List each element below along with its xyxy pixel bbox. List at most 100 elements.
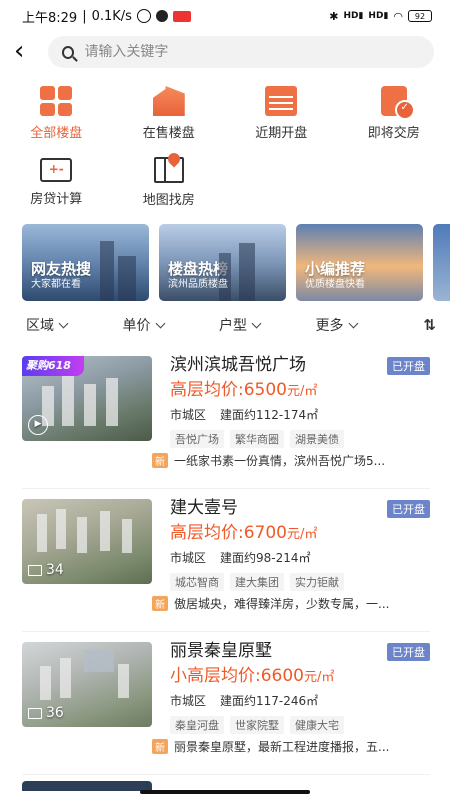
- entry-label: 地图找房: [142, 193, 195, 208]
- search-input[interactable]: [84, 44, 420, 60]
- status-badge: 已开盘: [387, 357, 430, 375]
- banner-hot-list[interactable]: 楼盘热榜 滨州品质楼盘: [159, 224, 286, 301]
- entry-label: 即将交房: [367, 126, 420, 141]
- filter-layout[interactable]: 户型: [219, 315, 316, 335]
- chevron-down-icon: [348, 318, 358, 328]
- property-info: 丽景秦皇原墅 已开盘 小高层均价:6600元/㎡ 市城区 建面约117-246㎡…: [152, 641, 430, 774]
- handover-icon: [380, 86, 415, 120]
- banner-hot-search[interactable]: 网友热搜 大家都在看: [22, 224, 149, 301]
- thumb-building: [84, 384, 96, 426]
- tag: 吾悦广场: [170, 430, 224, 448]
- image-icon: [28, 564, 42, 576]
- thumb-badge: ▶: [28, 415, 48, 435]
- image-icon: [28, 707, 42, 719]
- property-thumbnail: [22, 781, 152, 791]
- banner-carousel: 网友热搜 大家都在看 楼盘热榜 滨州品质楼盘 小编推荐 优质楼盘快看: [0, 208, 450, 304]
- bluetooth-icon: ✱: [329, 9, 339, 23]
- chevron-down-icon: [155, 318, 165, 328]
- list-item[interactable]: 36 丽景秦皇原墅 已开盘 小高层均价:6600元/㎡ 市城区 建面约117-2…: [22, 632, 430, 775]
- banner-building: [100, 241, 114, 301]
- search-box[interactable]: [48, 36, 434, 68]
- signal-icon-2: HD ▮: [368, 11, 389, 21]
- news-badge: 新: [152, 739, 168, 754]
- property-news: 新 丽景秦皇原墅，最新工程进度播报，五...: [4, 738, 430, 755]
- tag: 城芯智商: [170, 573, 224, 591]
- news-badge: 新: [152, 596, 168, 611]
- status-separator: |: [82, 8, 87, 24]
- tag: 秦皇河盘: [170, 716, 224, 734]
- sort-icon[interactable]: ⇅: [412, 316, 436, 334]
- wifi-icon: ◠: [393, 9, 403, 23]
- property-news: 新 傲居城央，难得臻洋房，少数专属，一...: [4, 595, 430, 612]
- status-badge: 已开盘: [387, 500, 430, 518]
- entry-mortgage-calc[interactable]: +- 房贷计算: [0, 155, 113, 208]
- tag: 建大集团: [230, 573, 284, 591]
- property-tags: 吾悦广场 繁华商圈 湖景美债: [170, 430, 430, 448]
- entry-label: 房贷计算: [30, 192, 83, 207]
- status-time: 上午8:29: [22, 10, 78, 26]
- entry-on-sale[interactable]: 在售楼盘: [113, 86, 226, 141]
- notification-icon: [155, 10, 168, 22]
- tag: 健康大宅: [290, 716, 344, 734]
- calculator-icon: +-: [40, 158, 73, 182]
- banner-building: [239, 243, 255, 301]
- property-meta: 市城区 建面约112-174㎡: [170, 406, 430, 423]
- signal-icon-1: HD ▮: [343, 11, 364, 21]
- search-icon: [62, 45, 75, 59]
- tag: 湖景美债: [290, 430, 344, 448]
- app-notification-icon: [172, 10, 191, 22]
- status-net-speed: 0.1K/s: [91, 8, 132, 24]
- thumb-building: [122, 519, 132, 553]
- property-thumbnail: 36: [22, 642, 152, 727]
- property-district: 市城区: [170, 551, 207, 565]
- banner-editor-picks[interactable]: 小编推荐 优质楼盘快看: [296, 224, 423, 301]
- filter-price[interactable]: 单价: [123, 315, 220, 335]
- thumb-building: [40, 666, 51, 700]
- grid-icon: [40, 86, 73, 116]
- status-bar: 上午8:29 | 0.1K/s ✱ HD ▮ HD ▮ ◠ 92: [0, 0, 450, 32]
- chevron-down-icon: [58, 318, 69, 328]
- filter-more[interactable]: 更多: [316, 315, 413, 335]
- filter-label: 户型: [219, 318, 247, 334]
- banner-partial[interactable]: [433, 224, 450, 301]
- app-screen: 上午8:29 | 0.1K/s ✱ HD▮ HD▮ ◠ 92 ‹ 全部楼盘: [0, 0, 450, 800]
- banner-subtitle: 滨州品质楼盘: [168, 279, 228, 290]
- back-arrow-icon[interactable]: ‹: [14, 37, 38, 67]
- thumb-building: [62, 376, 74, 426]
- thumb-building: [118, 664, 129, 698]
- property-price: 小高层均价:6600元/㎡: [170, 666, 335, 686]
- property-info: 滨州滨城吾悦广场 已开盘 高层均价:6500元/㎡ 市城区 建面约112-174…: [152, 355, 430, 488]
- thumb-building: [37, 514, 47, 552]
- list-item[interactable]: 聚购618 ▶ 滨州滨城吾悦广场 已开盘 高层均价:6500元/㎡ 市城区 建面…: [22, 346, 430, 489]
- promo-badge: 聚购618: [22, 356, 84, 376]
- list-item[interactable]: 34 建大壹号 已开盘 高层均价:6700元/㎡ 市城区 建面约98-214㎡ …: [22, 489, 430, 632]
- entry-handover-soon[interactable]: 即将交房: [338, 86, 450, 141]
- news-text: 一纸家书素一份真情，滨州吾悦广场5...: [174, 454, 386, 468]
- filter-label: 更多: [315, 318, 344, 334]
- filter-area[interactable]: 区域: [26, 315, 123, 335]
- thumb-building: [106, 378, 118, 426]
- map-icon: [153, 157, 184, 183]
- alarm-icon: [136, 9, 151, 23]
- thumb-building: [56, 509, 66, 549]
- entry-map-search[interactable]: 地图找房: [113, 155, 226, 208]
- property-meta: 市城区 建面约98-214㎡: [170, 549, 430, 566]
- status-right: ✱ HD ▮ HD ▮ ◠ 92: [329, 10, 432, 23]
- entry-label: 全部楼盘: [30, 126, 83, 141]
- news-badge: 新: [152, 453, 168, 468]
- filter-bar: 区域 单价 户型 更多 ⇅: [0, 304, 450, 346]
- property-area: 建面约112-174㎡: [220, 408, 319, 422]
- tag: 世家院墅: [230, 716, 284, 734]
- thumb-badge: 36: [28, 705, 64, 721]
- property-area: 建面约98-214㎡: [220, 551, 311, 565]
- entry-all-properties[interactable]: 全部楼盘: [0, 86, 113, 141]
- filter-label: 单价: [122, 318, 151, 334]
- entry-opening-soon[interactable]: 近期开盘: [225, 86, 338, 141]
- home-indicator[interactable]: [140, 790, 310, 794]
- property-news: 新 一纸家书素一份真情，滨州吾悦广场5...: [4, 452, 430, 469]
- banner-subtitle: 优质楼盘快看: [305, 279, 365, 290]
- battery-icon: 92: [408, 10, 432, 22]
- status-badge: 已开盘: [387, 643, 430, 661]
- property-meta: 市城区 建面约117-246㎡: [170, 692, 430, 709]
- property-list: 聚购618 ▶ 滨州滨城吾悦广场 已开盘 高层均价:6500元/㎡ 市城区 建面…: [0, 346, 450, 800]
